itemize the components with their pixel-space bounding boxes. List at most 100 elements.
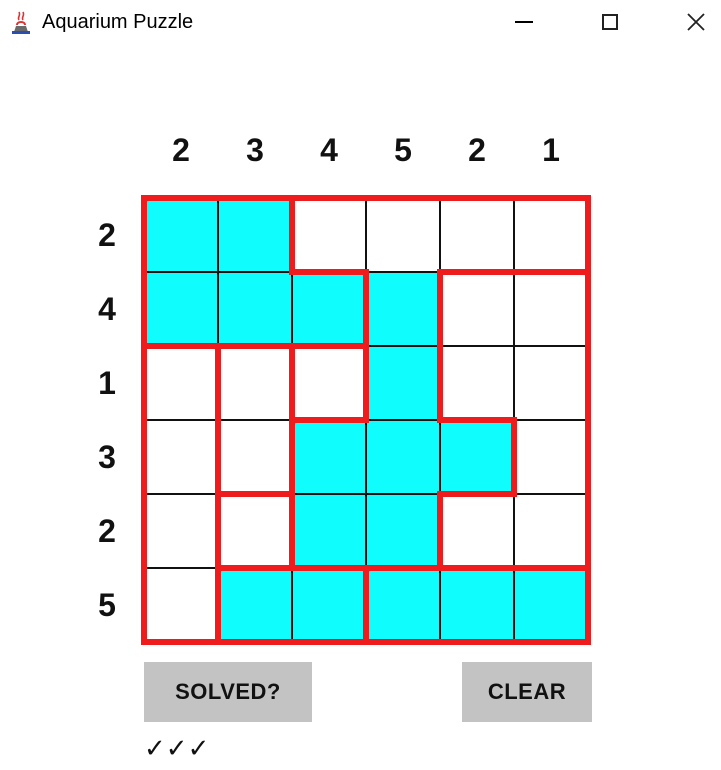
region-wall bbox=[215, 491, 221, 571]
region-wall bbox=[141, 343, 221, 349]
grid-cell-r4c2[interactable] bbox=[218, 420, 292, 494]
region-wall bbox=[215, 565, 221, 645]
grid-cell-r1c5[interactable] bbox=[440, 198, 514, 272]
grid-cell-r3c5[interactable] bbox=[440, 346, 514, 420]
grid-cell-r3c3[interactable] bbox=[292, 346, 366, 420]
grid-cell-r4c3[interactable] bbox=[292, 420, 366, 494]
region-wall bbox=[289, 417, 295, 497]
region-wall bbox=[437, 417, 517, 423]
grid-cell-r4c4[interactable] bbox=[366, 420, 440, 494]
region-wall bbox=[585, 491, 591, 571]
region-wall bbox=[585, 565, 591, 645]
grid-cell-r3c6[interactable] bbox=[514, 346, 588, 420]
region-wall bbox=[289, 417, 369, 423]
region-wall bbox=[289, 491, 295, 571]
grid-cell-r1c2[interactable] bbox=[218, 198, 292, 272]
region-wall bbox=[363, 195, 443, 201]
clear-button[interactable]: CLEAR bbox=[462, 662, 592, 722]
grid-cell-r5c1[interactable] bbox=[144, 494, 218, 568]
region-wall bbox=[511, 639, 591, 645]
grid-cell-r2c3[interactable] bbox=[292, 272, 366, 346]
region-wall bbox=[437, 491, 443, 571]
title-bar: Aquarium Puzzle bbox=[0, 0, 721, 44]
column-clue-5: 2 bbox=[468, 132, 486, 168]
grid-cell-r5c2[interactable] bbox=[218, 494, 292, 568]
region-wall bbox=[215, 491, 295, 497]
grid-cell-r2c2[interactable] bbox=[218, 272, 292, 346]
region-wall bbox=[585, 195, 591, 275]
grid-cell-r1c3[interactable] bbox=[292, 198, 366, 272]
region-wall bbox=[141, 639, 221, 645]
grid-cell-r6c4[interactable] bbox=[366, 568, 440, 642]
grid-cell-r4c5[interactable] bbox=[440, 420, 514, 494]
region-wall bbox=[585, 417, 591, 497]
grid-cell-r1c4[interactable] bbox=[366, 198, 440, 272]
region-wall bbox=[437, 565, 517, 571]
region-wall bbox=[363, 565, 369, 645]
close-button[interactable] bbox=[666, 0, 721, 44]
grid-cell-r5c5[interactable] bbox=[440, 494, 514, 568]
region-wall bbox=[511, 417, 517, 497]
grid-cell-r5c4[interactable] bbox=[366, 494, 440, 568]
column-clue-6: 1 bbox=[542, 132, 560, 168]
grid-cell-r2c5[interactable] bbox=[440, 272, 514, 346]
region-wall bbox=[141, 343, 147, 423]
region-wall bbox=[363, 343, 369, 423]
grid-cell-r6c5[interactable] bbox=[440, 568, 514, 642]
grid-cell-r3c1[interactable] bbox=[144, 346, 218, 420]
status-checkmarks: ✓✓✓ bbox=[144, 734, 210, 764]
grid-cell-r6c1[interactable] bbox=[144, 568, 218, 642]
region-wall bbox=[289, 195, 369, 201]
grid-cell-r1c1[interactable] bbox=[144, 198, 218, 272]
row-clue-2: 4 bbox=[98, 291, 116, 327]
grid-cell-r3c2[interactable] bbox=[218, 346, 292, 420]
grid-cell-r4c1[interactable] bbox=[144, 420, 218, 494]
region-wall bbox=[289, 269, 369, 275]
minimize-button[interactable] bbox=[494, 0, 554, 44]
region-wall bbox=[215, 195, 295, 201]
window-title: Aquarium Puzzle bbox=[42, 11, 194, 33]
region-wall bbox=[363, 269, 369, 349]
java-app-icon bbox=[8, 10, 34, 36]
grid-cell-r5c6[interactable] bbox=[514, 494, 588, 568]
column-clue-2: 3 bbox=[246, 132, 264, 168]
solved-check-button[interactable]: SOLVED? bbox=[144, 662, 312, 722]
grid-cell-r4c6[interactable] bbox=[514, 420, 588, 494]
minimize-icon bbox=[515, 21, 533, 23]
grid-cell-r2c4[interactable] bbox=[366, 272, 440, 346]
region-wall bbox=[585, 269, 591, 349]
region-wall bbox=[363, 639, 443, 645]
close-icon bbox=[687, 13, 705, 31]
grid-cell-r6c3[interactable] bbox=[292, 568, 366, 642]
column-clue-4: 5 bbox=[394, 132, 412, 168]
region-wall bbox=[141, 195, 221, 201]
region-wall bbox=[215, 343, 221, 423]
column-clue-1: 2 bbox=[172, 132, 190, 168]
region-wall bbox=[437, 491, 517, 497]
region-wall bbox=[437, 639, 517, 645]
grid-cell-r6c2[interactable] bbox=[218, 568, 292, 642]
region-wall bbox=[437, 269, 443, 349]
region-wall bbox=[585, 343, 591, 423]
grid-cell-r6c6[interactable] bbox=[514, 568, 588, 642]
region-wall bbox=[437, 195, 517, 201]
region-wall bbox=[141, 491, 147, 571]
region-wall bbox=[437, 343, 443, 423]
region-wall bbox=[511, 565, 591, 571]
row-clue-1: 2 bbox=[98, 217, 116, 253]
grid-cell-r2c1[interactable] bbox=[144, 272, 218, 346]
row-clue-4: 3 bbox=[98, 439, 116, 475]
row-clue-3: 1 bbox=[98, 365, 116, 401]
region-wall bbox=[289, 195, 295, 275]
grid-cell-r1c6[interactable] bbox=[514, 198, 588, 272]
row-clue-5: 2 bbox=[98, 513, 116, 549]
region-wall bbox=[363, 565, 443, 571]
maximize-button[interactable] bbox=[580, 0, 640, 44]
grid-cell-r3c4[interactable] bbox=[366, 346, 440, 420]
region-wall bbox=[141, 195, 147, 275]
grid-cell-r5c3[interactable] bbox=[292, 494, 366, 568]
maximize-icon bbox=[602, 14, 618, 30]
grid-cell-r2c6[interactable] bbox=[514, 272, 588, 346]
column-clue-3: 4 bbox=[320, 132, 338, 168]
region-wall bbox=[289, 565, 369, 571]
